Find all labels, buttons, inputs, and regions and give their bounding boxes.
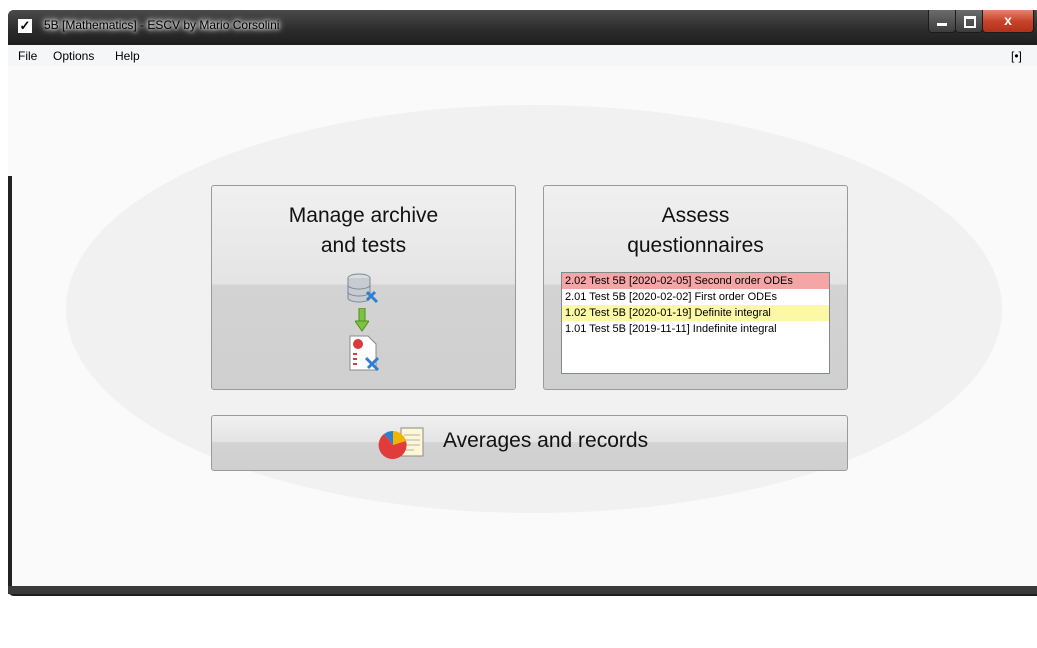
list-item[interactable]: 2.01 Test 5B [2020-02-02] First order OD… xyxy=(562,289,829,305)
assess-title-line2: questionnaires xyxy=(627,234,764,257)
client-area: File Options Help [•] Manage archive and… xyxy=(8,45,1037,586)
minimize-button[interactable] xyxy=(928,10,956,33)
questionnaire-list[interactable]: 2.02 Test 5B [2020-02-05] Second order O… xyxy=(561,272,830,374)
assess-questionnaires-title: Assess questionnaires xyxy=(544,201,847,261)
manage-archive-title-line2: and tests xyxy=(320,234,407,257)
menu-help[interactable]: Help xyxy=(115,49,140,63)
menu-layout-toggle[interactable]: [•] xyxy=(1011,49,1022,63)
averages-records-content: Averages and records xyxy=(212,416,847,470)
list-item[interactable]: 1.01 Test 5B [2019-11-11] Indefinite int… xyxy=(562,321,829,337)
document-tools-icon xyxy=(349,335,380,372)
window-title: 5B [Mathematics] - ESCV by Mario Corsoli… xyxy=(44,18,280,32)
maximize-button[interactable] xyxy=(955,10,983,33)
menu-bar: File Options Help [•] xyxy=(8,45,1037,66)
averages-records-label: Averages and records xyxy=(443,429,649,452)
assess-title-line1: Assess xyxy=(661,204,730,227)
checkmark-icon[interactable]: ✓ xyxy=(18,19,32,33)
menu-file[interactable]: File xyxy=(18,49,37,63)
list-item[interactable]: 1.02 Test 5B [2020-01-19] Definite integ… xyxy=(562,305,829,321)
assess-questionnaires-button[interactable]: Assess questionnaires 2.02 Test 5B [2020… xyxy=(543,185,848,390)
list-item[interactable]: 2.02 Test 5B [2020-02-05] Second order O… xyxy=(562,273,829,289)
window-left-edge xyxy=(8,176,12,586)
manage-archive-title-line1: Manage archive xyxy=(288,204,439,227)
manage-archive-button[interactable]: Manage archive and tests xyxy=(211,185,516,390)
close-icon: x xyxy=(1004,12,1012,28)
main-window: ✓ 5B [Mathematics] - ESCV by Mario Corso… xyxy=(8,10,1037,596)
manage-archive-title: Manage archive and tests xyxy=(212,201,515,261)
close-button[interactable]: x xyxy=(982,10,1034,33)
title-bar[interactable]: ✓ 5B [Mathematics] - ESCV by Mario Corso… xyxy=(8,10,1037,43)
menu-options[interactable]: Options xyxy=(53,49,94,63)
window-bottom-edge xyxy=(8,586,1037,594)
pie-chart-icon xyxy=(378,427,424,460)
averages-records-button[interactable]: Averages and records xyxy=(211,415,848,471)
database-tools-icon xyxy=(347,273,379,304)
arrow-down-icon xyxy=(355,308,369,332)
